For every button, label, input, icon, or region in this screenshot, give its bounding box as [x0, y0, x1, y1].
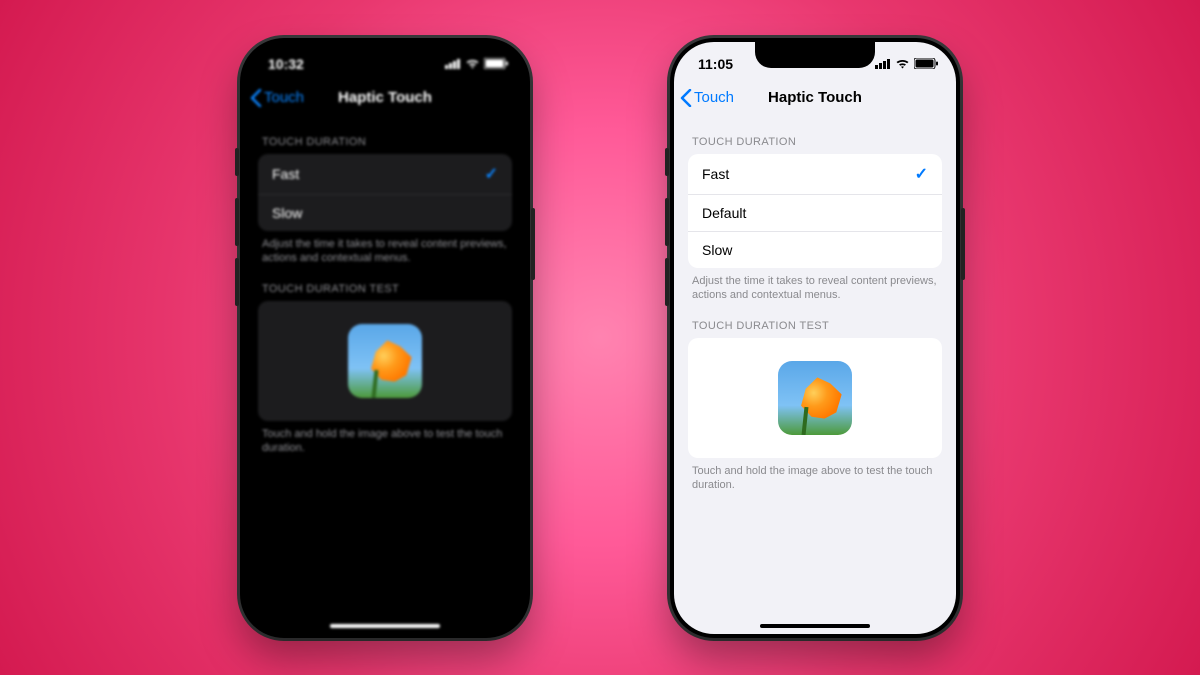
status-bar: 10:32	[244, 42, 526, 78]
touch-test-area[interactable]	[688, 338, 942, 458]
touch-test-area[interactable]	[258, 301, 512, 421]
section-header-test: TOUCH DURATION TEST	[688, 302, 942, 338]
phone-left: 10:32 To	[240, 38, 530, 638]
section-header-test: TOUCH DURATION TEST	[258, 265, 512, 301]
screen-right: 11:05 To	[674, 42, 956, 634]
page-title: Haptic Touch	[674, 89, 956, 106]
option-slow[interactable]: Slow	[688, 231, 942, 268]
duration-options-group: Fast ✓ Default Slow	[688, 154, 942, 268]
option-label: Fast	[702, 166, 729, 182]
section-header-duration: TOUCH DURATION	[258, 118, 512, 154]
status-time: 10:32	[268, 56, 304, 72]
home-indicator[interactable]	[760, 624, 870, 628]
option-label: Slow	[272, 205, 302, 221]
status-time: 11:05	[698, 56, 733, 72]
option-default[interactable]: Default	[688, 194, 942, 231]
comparison-stage: 10:32 To	[0, 0, 1200, 675]
section-header-duration: TOUCH DURATION	[688, 118, 942, 154]
wifi-icon	[465, 58, 480, 69]
battery-icon	[484, 58, 508, 69]
wifi-icon	[895, 58, 910, 69]
option-label: Fast	[272, 166, 299, 182]
section-footer-duration: Adjust the time it takes to reveal conte…	[688, 268, 942, 303]
checkmark-icon: ✓	[485, 164, 498, 184]
screen-left: 10:32 To	[244, 42, 526, 634]
section-footer-duration: Adjust the time it takes to reveal conte…	[258, 231, 512, 266]
option-fast[interactable]: Fast ✓	[688, 154, 942, 194]
nav-bar: Touch Haptic Touch	[674, 78, 956, 118]
phone-right: 11:05 To	[670, 38, 960, 638]
test-image-flower[interactable]	[348, 324, 422, 398]
option-label: Slow	[702, 242, 732, 258]
section-footer-test: Touch and hold the image above to test t…	[688, 458, 942, 493]
nav-bar: Touch Haptic Touch	[244, 78, 526, 118]
checkmark-icon: ✓	[915, 164, 928, 184]
battery-icon	[914, 58, 938, 69]
test-image-flower[interactable]	[778, 361, 852, 435]
cellular-icon	[445, 59, 461, 69]
duration-options-group: Fast ✓ Slow	[258, 154, 512, 231]
option-label: Default	[702, 205, 746, 221]
option-slow[interactable]: Slow	[258, 194, 512, 231]
page-title: Haptic Touch	[244, 89, 526, 106]
section-footer-test: Touch and hold the image above to test t…	[258, 421, 512, 456]
status-bar: 11:05	[674, 42, 956, 78]
cellular-icon	[875, 59, 891, 69]
home-indicator[interactable]	[330, 624, 440, 628]
option-fast[interactable]: Fast ✓	[258, 154, 512, 194]
